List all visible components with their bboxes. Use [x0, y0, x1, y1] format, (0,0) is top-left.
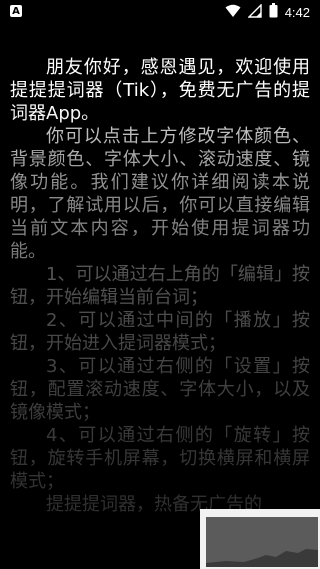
script-paragraph: 3、可以通过右侧的「设置」按钮，配置滚动速度、字体大小，以及镜像模式；: [10, 356, 310, 423]
status-time: 4:42: [284, 4, 310, 20]
battery-icon: [269, 2, 278, 22]
status-left: A: [10, 5, 22, 17]
script-paragraph: 朋友你好，感恩遇见，欢迎使用提提提词器（Tik），免费无广告的提词器App。: [10, 57, 310, 124]
signal-icon: [246, 2, 262, 22]
app-notification-icon: A: [10, 5, 22, 17]
camera-feed: [206, 517, 318, 567]
script-paragraph: 4、可以通过右侧的「旋转」按钮，旋转手机屏幕，切换横屏和横屏模式；: [10, 425, 310, 492]
status-bar: A 4:42: [0, 0, 320, 24]
wifi-icon: [225, 3, 241, 22]
camera-preview[interactable]: [200, 509, 320, 569]
status-right: 4:42: [225, 2, 310, 22]
script-paragraph: 1、可以通过右上角的「编辑」按钮，开始编辑当前台词；: [10, 264, 310, 308]
script-paragraph: 2、可以通过中间的「播放」按钮，开始进入提词器模式；: [10, 310, 310, 354]
script-paragraph: 你可以点击上方修改字体颜色、背景颜色、字体大小、滚动速度、镜像功能。我们建议你详…: [10, 126, 310, 262]
teleprompter-text-area[interactable]: 朋友你好，感恩遇见，欢迎使用提提提词器（Tik），免费无广告的提词器App。 你…: [0, 56, 320, 569]
